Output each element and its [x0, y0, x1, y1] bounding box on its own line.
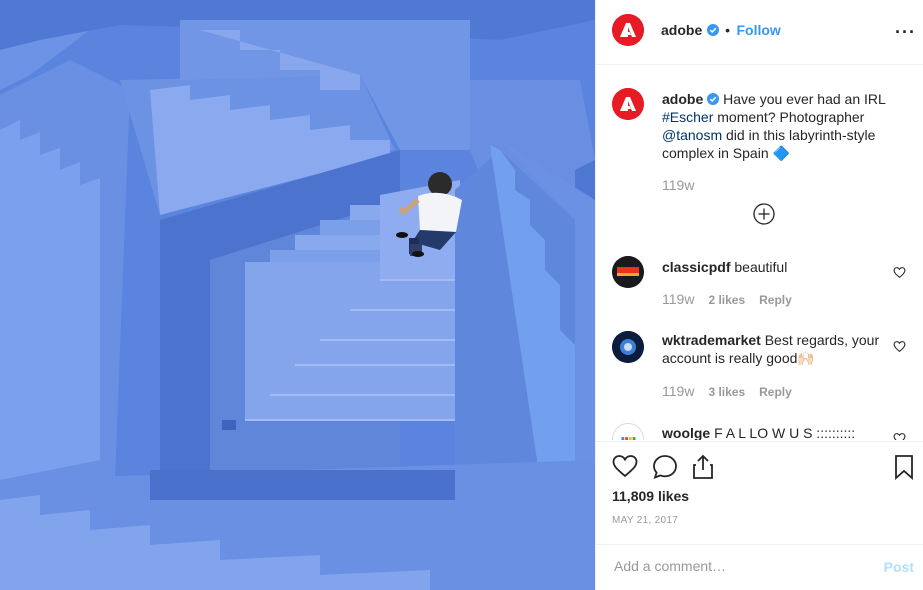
- more-options-button[interactable]: ···: [895, 22, 916, 43]
- comment-text: classicpdf beautiful: [662, 258, 892, 276]
- caption-text: adobe Have you ever had an IRL #Escher m…: [662, 90, 892, 162]
- comment-author[interactable]: wktrademarket: [662, 332, 761, 348]
- caption-avatar[interactable]: [612, 88, 644, 120]
- comment-composer: Post: [596, 544, 923, 590]
- comment-body: beautiful: [730, 259, 788, 275]
- caption-meta: 119w: [662, 177, 694, 193]
- load-more-comments-button[interactable]: [753, 203, 775, 225]
- comment-body: F A L LO W U S ::::::::::: [710, 425, 856, 440]
- bookmark-icon[interactable]: [894, 454, 914, 480]
- post-sidebar: adobe • Follow ··· adobe Have you ever h…: [595, 0, 923, 590]
- reply-button[interactable]: Reply: [759, 293, 792, 307]
- comment-meta: 119w 2 likes Reply: [662, 291, 792, 307]
- verified-icon: [707, 93, 720, 105]
- instagram-post-view: adobe • Follow ··· adobe Have you ever h…: [0, 0, 923, 590]
- comment-likes[interactable]: 2 likes: [708, 293, 745, 307]
- caption-segment: moment? Photographer: [713, 109, 865, 125]
- comment-input[interactable]: [612, 557, 866, 575]
- comment-icon[interactable]: [652, 454, 678, 480]
- caption-segment: Have you ever had an IRL: [719, 91, 886, 107]
- reply-button[interactable]: Reply: [759, 385, 792, 399]
- likes-count[interactable]: 11,809 likes: [612, 488, 689, 504]
- post-photo[interactable]: [0, 0, 595, 590]
- share-icon[interactable]: [692, 454, 714, 480]
- commenter-avatar[interactable]: [612, 331, 644, 363]
- caption-time[interactable]: 119w: [662, 177, 694, 193]
- author-avatar[interactable]: [612, 14, 644, 46]
- comment-time[interactable]: 119w: [662, 291, 694, 307]
- load-more-icon: [753, 203, 775, 225]
- follow-separator: •: [725, 22, 731, 38]
- adobe-logo-icon: [612, 88, 644, 120]
- heart-icon[interactable]: [893, 340, 906, 353]
- hashtag-link[interactable]: #Escher: [662, 109, 713, 125]
- woolge-avatar-icon: [621, 437, 636, 440]
- post-button[interactable]: Post: [884, 559, 914, 575]
- comment-likes[interactable]: 3 likes: [708, 385, 745, 399]
- comment-time[interactable]: 119w: [662, 383, 694, 399]
- commenter-avatar[interactable]: [612, 256, 644, 288]
- heart-icon[interactable]: [612, 454, 638, 478]
- commenter-avatar[interactable]: [612, 423, 644, 440]
- wktrademarket-avatar-icon: [612, 331, 644, 363]
- post-header: adobe • Follow ···: [596, 0, 923, 65]
- caption-author[interactable]: adobe: [662, 91, 703, 107]
- comment-meta: 119w 3 likes Reply: [662, 383, 792, 399]
- post-date[interactable]: MAY 21, 2017: [612, 515, 678, 526]
- classicpdf-avatar-icon: [612, 256, 644, 288]
- diamond-emoji: 🔷: [772, 145, 790, 161]
- comment-author[interactable]: classicpdf: [662, 259, 730, 275]
- verified-icon: [706, 24, 719, 36]
- escher-staircase-image: [0, 0, 595, 590]
- heart-icon[interactable]: [893, 266, 906, 279]
- follow-button[interactable]: Follow: [737, 22, 781, 38]
- comment-text: wktrademarket Best regards, your account…: [662, 331, 892, 367]
- comment-text: woolge F A L LO W U S ::::::::::: [662, 424, 892, 440]
- author-username[interactable]: adobe: [661, 22, 702, 38]
- comments-list[interactable]: adobe Have you ever had an IRL #Escher m…: [596, 66, 923, 440]
- post-actions: 11,809 likes MAY 21, 2017: [596, 441, 923, 544]
- person-head: [428, 172, 452, 196]
- mention-link[interactable]: @tanosm: [662, 127, 722, 143]
- adobe-logo-icon: [612, 14, 644, 46]
- comment-author[interactable]: woolge: [662, 425, 710, 440]
- heart-icon[interactable]: [893, 432, 906, 440]
